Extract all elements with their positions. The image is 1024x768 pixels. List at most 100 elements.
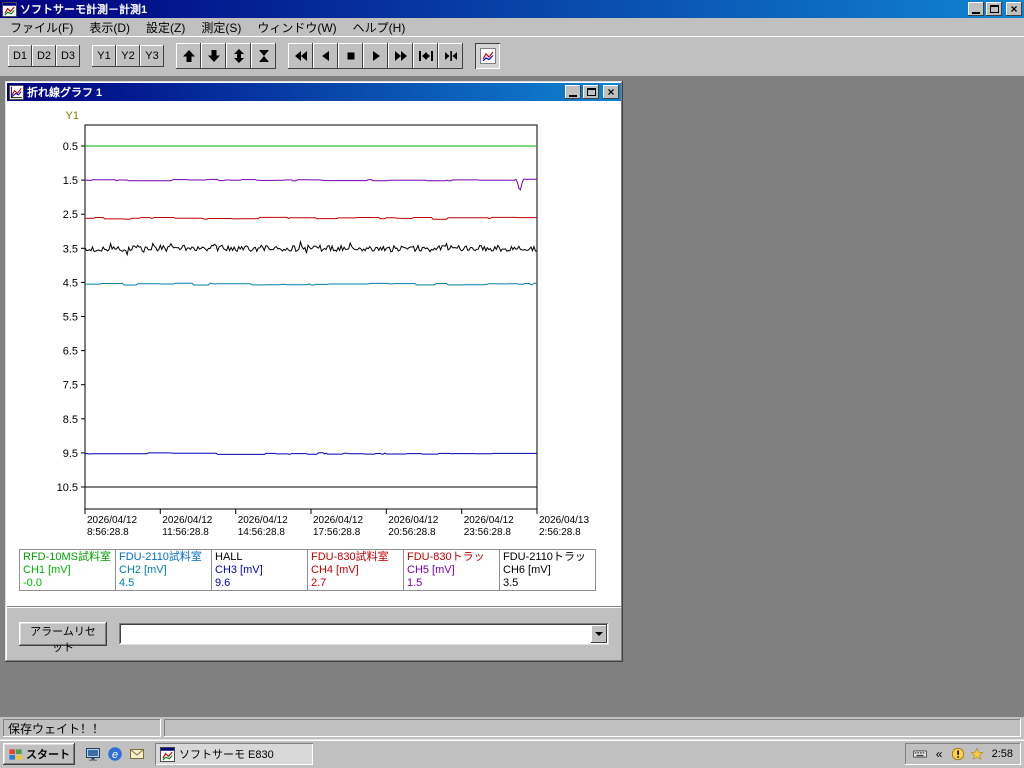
minimize-icon — [569, 94, 577, 97]
legend-value: 4.5 — [119, 577, 135, 589]
step-forward-icon — [368, 48, 384, 64]
legend-value: 1.5 — [407, 577, 423, 589]
d2-button[interactable]: D2 — [32, 45, 56, 67]
windows-flag-icon — [8, 747, 23, 762]
legend-device: RFD-10MS試料室 — [23, 551, 112, 563]
taskbar-task-button[interactable]: ソフトサーモ E830 — [155, 743, 313, 765]
fast-forward-button[interactable] — [388, 43, 413, 69]
legend-channel: CH6 [mV] — [503, 564, 551, 576]
quick-launch: e — [79, 744, 151, 764]
svg-text:9.5: 9.5 — [63, 448, 78, 460]
menu-item-measure[interactable]: 測定(S) — [193, 18, 249, 37]
line-chart: Y1 0.5 1.5 2.5 3.5 4.5 5.5 6.5 7.5 8.5 9.5 10.5 2026… — [57, 110, 590, 538]
svg-text:14:56:28.8: 14:56:28.8 — [238, 527, 286, 538]
svg-text:2026/04/12: 2026/04/12 — [238, 515, 288, 526]
fast-backward-icon — [293, 48, 309, 64]
quicklaunch-mail-icon[interactable] — [127, 744, 147, 764]
d1-button[interactable]: D1 — [8, 45, 32, 67]
alarm-combobox[interactable] — [119, 622, 609, 645]
close-icon: × — [607, 85, 615, 99]
graph-button[interactable] — [475, 43, 500, 69]
maximize-button[interactable] — [986, 2, 1002, 16]
arrow-down-icon — [206, 48, 222, 64]
fast-forward-icon — [393, 48, 409, 64]
alarm-bar: アラームリセット — [7, 606, 621, 660]
svg-text:2026/04/12: 2026/04/12 — [162, 515, 212, 526]
svg-text:5.5: 5.5 — [63, 312, 78, 324]
svg-text:4.5: 4.5 — [63, 277, 78, 289]
step-forward-button[interactable] — [363, 43, 388, 69]
graph-close-button[interactable]: × — [603, 85, 619, 99]
warning-icon[interactable] — [951, 747, 966, 762]
y3-button[interactable]: Y3 — [140, 45, 164, 67]
graph-window-title-bar[interactable]: 折れ線グラフ 1 × — [7, 83, 621, 101]
graph-maximize-button[interactable] — [583, 85, 599, 99]
legend-channel: CH4 [mV] — [311, 564, 359, 576]
svg-text:0.5: 0.5 — [63, 141, 78, 153]
status-bar: 保存ウェイト！！ — [0, 717, 1024, 739]
menu-item-settings[interactable]: 設定(Z) — [138, 18, 193, 37]
quicklaunch-desktop-icon[interactable] — [83, 744, 103, 764]
taskbar-clock[interactable]: 2:58 — [990, 748, 1013, 760]
scroll-down-button[interactable] — [201, 43, 226, 69]
svg-text:1.5: 1.5 — [63, 175, 78, 187]
svg-text:2026/04/12: 2026/04/12 — [87, 515, 137, 526]
hourglass-icon — [256, 48, 272, 64]
legend-value: 3.5 — [503, 577, 519, 589]
menu-item-help[interactable]: ヘルプ(H) — [345, 18, 414, 37]
menu-item-window[interactable]: ウィンドウ(W) — [249, 18, 344, 37]
alarm-reset-button[interactable]: アラームリセット — [19, 621, 107, 654]
stop-button[interactable] — [338, 43, 363, 69]
fast-backward-button[interactable] — [288, 43, 313, 69]
application-window: ソフトサーモ計測－計測1 × ファイル(F) 表示(D) 設定(Z) 測定(S) ウィン… — [0, 0, 1024, 768]
svg-text:3.5: 3.5 — [63, 243, 78, 255]
svg-text:17:56:28.8: 17:56:28.8 — [313, 527, 361, 538]
svg-text:23:56:28.8: 23:56:28.8 — [464, 527, 512, 538]
legend-cell-ch1: RFD-10MS試料室 CH1 [mV] -0.0 — [19, 549, 116, 591]
menu-item-view[interactable]: 表示(D) — [81, 18, 138, 37]
hourglass-button[interactable] — [251, 43, 276, 69]
start-button[interactable]: スタート — [3, 743, 75, 765]
svg-text:2026/04/12: 2026/04/12 — [388, 515, 438, 526]
app-icon — [2, 1, 17, 17]
quicklaunch-ie-icon[interactable]: e — [105, 744, 125, 764]
legend-channel: CH2 [mV] — [119, 564, 167, 576]
svg-text:2:56:28.8: 2:56:28.8 — [539, 527, 581, 538]
legend-value: -0.0 — [23, 577, 42, 589]
y1-button[interactable]: Y1 — [92, 45, 116, 67]
title-bar: ソフトサーモ計測－計測1 × — [0, 0, 1024, 18]
y2-button[interactable]: Y2 — [116, 45, 140, 67]
taskbar: スタート e ソフトサーモ E830 « 2:58 — [0, 739, 1024, 768]
stop-icon — [343, 48, 359, 64]
svg-text:2026/04/12: 2026/04/12 — [313, 515, 363, 526]
minimize-button[interactable] — [968, 2, 984, 16]
minimize-icon — [972, 11, 980, 14]
star-icon[interactable] — [970, 747, 985, 762]
legend-cell-ch5: FDU-830トラッ CH5 [mV] 1.5 — [403, 549, 500, 591]
chevrons-left-icon[interactable]: « — [932, 747, 947, 762]
alarm-combobox-value[interactable] — [121, 625, 589, 643]
fit-vertical-button[interactable] — [226, 43, 251, 69]
legend-device: HALL — [215, 551, 243, 563]
toolbar: D1 D2 D3 Y1 Y2 Y3 — [0, 36, 1024, 76]
close-button[interactable]: × — [1006, 2, 1022, 16]
svg-text:7.5: 7.5 — [63, 380, 78, 392]
collapse-range-button[interactable] — [438, 43, 463, 69]
graph-minimize-button[interactable] — [565, 85, 581, 99]
menu-item-file[interactable]: ファイル(F) — [2, 18, 81, 37]
step-backward-button[interactable] — [313, 43, 338, 69]
combo-dropdown-button[interactable] — [591, 624, 607, 643]
svg-text:8.5: 8.5 — [63, 414, 78, 426]
svg-text:10.5: 10.5 — [57, 482, 78, 494]
d3-button[interactable]: D3 — [56, 45, 80, 67]
scroll-up-button[interactable] — [176, 43, 201, 69]
graph-window-client: Y1 0.5 1.5 2.5 3.5 4.5 5.5 6.5 7.5 8.5 9.5 10.5 2026… — [7, 101, 621, 660]
menu-bar: ファイル(F) 表示(D) 設定(Z) 測定(S) ウィンドウ(W) ヘルプ(H) — [0, 18, 1024, 36]
arrow-up-down-icon — [231, 48, 247, 64]
step-backward-icon — [318, 48, 334, 64]
keyboard-icon[interactable] — [913, 747, 928, 762]
svg-text:2026/04/12: 2026/04/12 — [464, 515, 514, 526]
legend-channel: CH1 [mV] — [23, 564, 71, 576]
expand-range-button[interactable] — [413, 43, 438, 69]
status-message: 保存ウェイト！！ — [3, 719, 161, 737]
